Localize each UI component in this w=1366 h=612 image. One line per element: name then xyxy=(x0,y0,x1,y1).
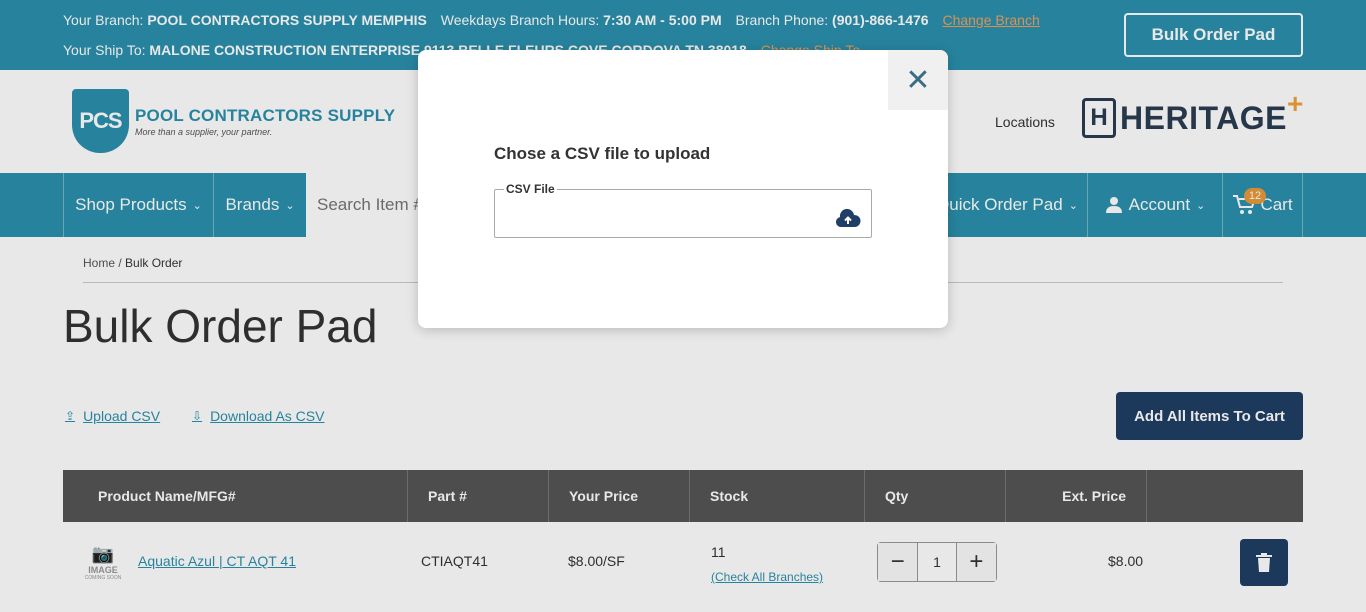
modal-title: Chose a CSV file to upload xyxy=(494,144,711,163)
cloud-upload-icon[interactable] xyxy=(835,209,861,229)
csv-file-field[interactable]: CSV File xyxy=(494,182,872,238)
csv-file-label: CSV File xyxy=(506,182,555,196)
csv-upload-modal: ✕ Chose a CSV file to upload CSV File xyxy=(418,50,948,328)
close-icon[interactable]: ✕ xyxy=(888,50,948,110)
